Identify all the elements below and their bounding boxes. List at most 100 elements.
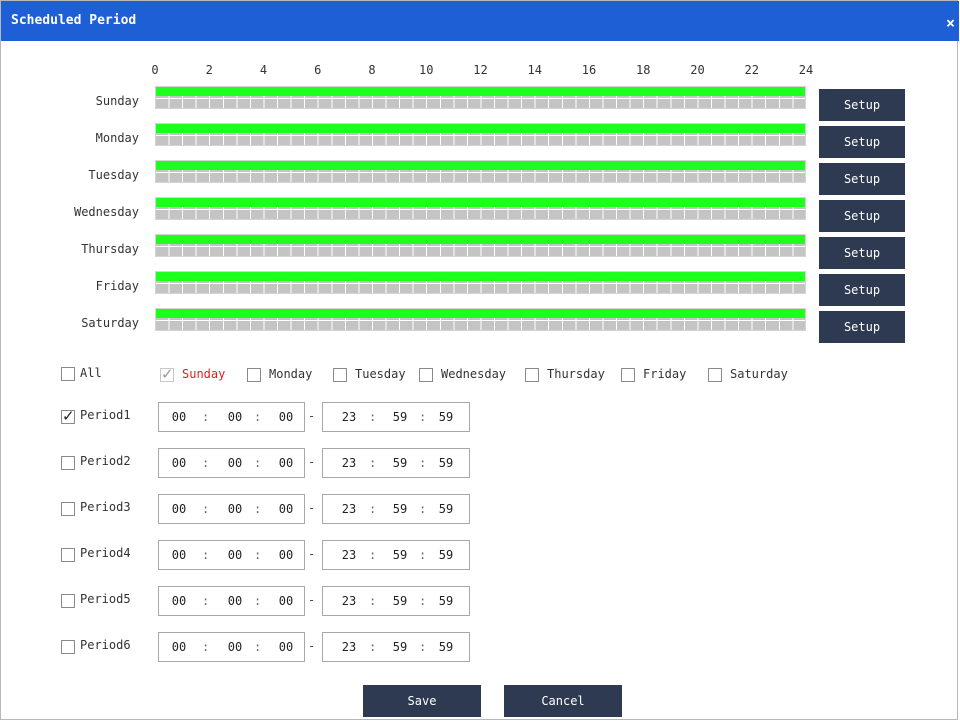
start-time-field[interactable]: 00 [169,640,189,654]
start-time-field[interactable]: 00 [225,594,245,608]
day-checkbox-tuesday[interactable] [333,368,347,382]
period-checkbox-4[interactable] [61,548,75,562]
setup-button-tuesday[interactable]: Setup [819,163,905,195]
start-time-field[interactable]: 00 [276,640,296,654]
scheduled-period-dialog: Scheduled Period × 0 2 4 6 8 10 12 14 16 18 20 22 24… [0,0,959,720]
day-checkbox-saturday[interactable] [708,368,722,382]
end-time-field[interactable]: 59 [390,594,410,608]
range-separator: - [308,547,316,561]
schedule-row-monday[interactable] [155,123,806,146]
all-checkbox[interactable] [61,367,75,381]
start-time-field[interactable]: 00 [276,456,296,470]
setup-button-friday[interactable]: Setup [819,274,905,306]
day-checkbox-label-friday: Friday [643,367,687,381]
schedule-row-tuesday[interactable] [155,160,806,183]
period-end-time-input[interactable]: 23 59 59:: [322,540,470,570]
period-label: Period2 [80,454,131,468]
save-button[interactable]: Save [363,685,481,717]
grid-divider [156,320,805,321]
schedule-row-sunday[interactable] [155,86,806,109]
start-time-field[interactable]: 00 [276,548,296,562]
schedule-row-wednesday[interactable] [155,197,806,220]
start-time-field[interactable]: 00 [169,410,189,424]
start-time-field[interactable]: 00 [276,594,296,608]
period-checkbox-6[interactable] [61,640,75,654]
start-time-field[interactable]: 00 [169,456,189,470]
end-time-field[interactable]: 59 [436,456,456,470]
schedule-row-thursday[interactable] [155,234,806,257]
schedule-row-saturday[interactable] [155,308,806,331]
end-time-field[interactable]: 59 [436,502,456,516]
period-end-time-input[interactable]: 23 59 59:: [322,494,470,524]
time-separator: : [369,594,377,608]
start-time-field[interactable]: 00 [225,502,245,516]
end-time-field[interactable]: 23 [339,456,359,470]
scheduled-bar [156,87,805,96]
day-checkbox-thursday[interactable] [525,368,539,382]
period-checkbox-5[interactable] [61,594,75,608]
period-end-time-input[interactable]: 23 59 59:: [322,632,470,662]
period-label: Period4 [80,546,131,560]
end-time-field[interactable]: 59 [436,640,456,654]
period-start-time-input[interactable]: 00 00 00:: [158,632,305,662]
end-time-field[interactable]: 23 [339,548,359,562]
setup-button-saturday[interactable]: Setup [819,311,905,343]
close-icon[interactable]: × [946,14,955,32]
end-time-field[interactable]: 59 [390,548,410,562]
end-time-field[interactable]: 23 [339,594,359,608]
setup-button-thursday[interactable]: Setup [819,237,905,269]
period-end-time-input[interactable]: 23 59 59:: [322,448,470,478]
start-time-field[interactable]: 00 [225,410,245,424]
period-checkbox-1[interactable] [61,407,75,425]
period-start-time-input[interactable]: 00 00 00:: [158,540,305,570]
start-time-field[interactable]: 00 [169,548,189,562]
day-label-monday: Monday [95,131,139,145]
end-time-field[interactable]: 23 [339,502,359,516]
cancel-button[interactable]: Cancel [504,685,622,717]
end-time-field[interactable]: 59 [390,456,410,470]
end-time-field[interactable]: 59 [436,410,456,424]
period-start-time-input[interactable]: 00 00 00:: [158,448,305,478]
start-time-field[interactable]: 00 [276,410,296,424]
period-start-time-input[interactable]: 00 00 00:: [158,494,305,524]
setup-button-monday[interactable]: Setup [819,126,905,158]
grid-divider [156,135,805,136]
end-time-field[interactable]: 59 [390,410,410,424]
time-separator: : [369,548,377,562]
end-time-field[interactable]: 23 [339,640,359,654]
scheduled-bar [156,309,805,318]
period-start-time-input[interactable]: 00 00 00:: [158,586,305,616]
start-time-field[interactable]: 00 [276,502,296,516]
time-separator: : [369,502,377,516]
grid-divider [156,283,805,284]
range-separator: - [308,455,316,469]
end-time-field[interactable]: 59 [436,594,456,608]
start-time-field[interactable]: 00 [225,548,245,562]
period-end-time-input[interactable]: 23 59 59:: [322,402,470,432]
start-time-field[interactable]: 00 [225,456,245,470]
scheduled-bar [156,272,805,281]
day-checkbox-label-sunday: Sunday [182,367,226,381]
day-checkbox-monday[interactable] [247,368,261,382]
period-start-time-input[interactable]: 00 00 00:: [158,402,305,432]
time-separator: : [254,548,262,562]
period-checkbox-3[interactable] [61,502,75,516]
day-checkbox-wednesday[interactable] [419,368,433,382]
start-time-field[interactable]: 00 [169,594,189,608]
period-end-time-input[interactable]: 23 59 59:: [322,586,470,616]
end-time-field[interactable]: 59 [436,548,456,562]
range-separator: - [308,593,316,607]
time-separator: : [202,456,210,470]
setup-button-sunday[interactable]: Setup [819,89,905,121]
setup-button-wednesday[interactable]: Setup [819,200,905,232]
schedule-row-friday[interactable] [155,271,806,294]
period-checkbox-2[interactable] [61,456,75,470]
day-checkbox-friday[interactable] [621,368,635,382]
time-separator: : [419,594,427,608]
start-time-field[interactable]: 00 [169,502,189,516]
end-time-field[interactable]: 59 [390,502,410,516]
time-separator: : [202,640,210,654]
end-time-field[interactable]: 59 [390,640,410,654]
end-time-field[interactable]: 23 [339,410,359,424]
start-time-field[interactable]: 00 [225,640,245,654]
